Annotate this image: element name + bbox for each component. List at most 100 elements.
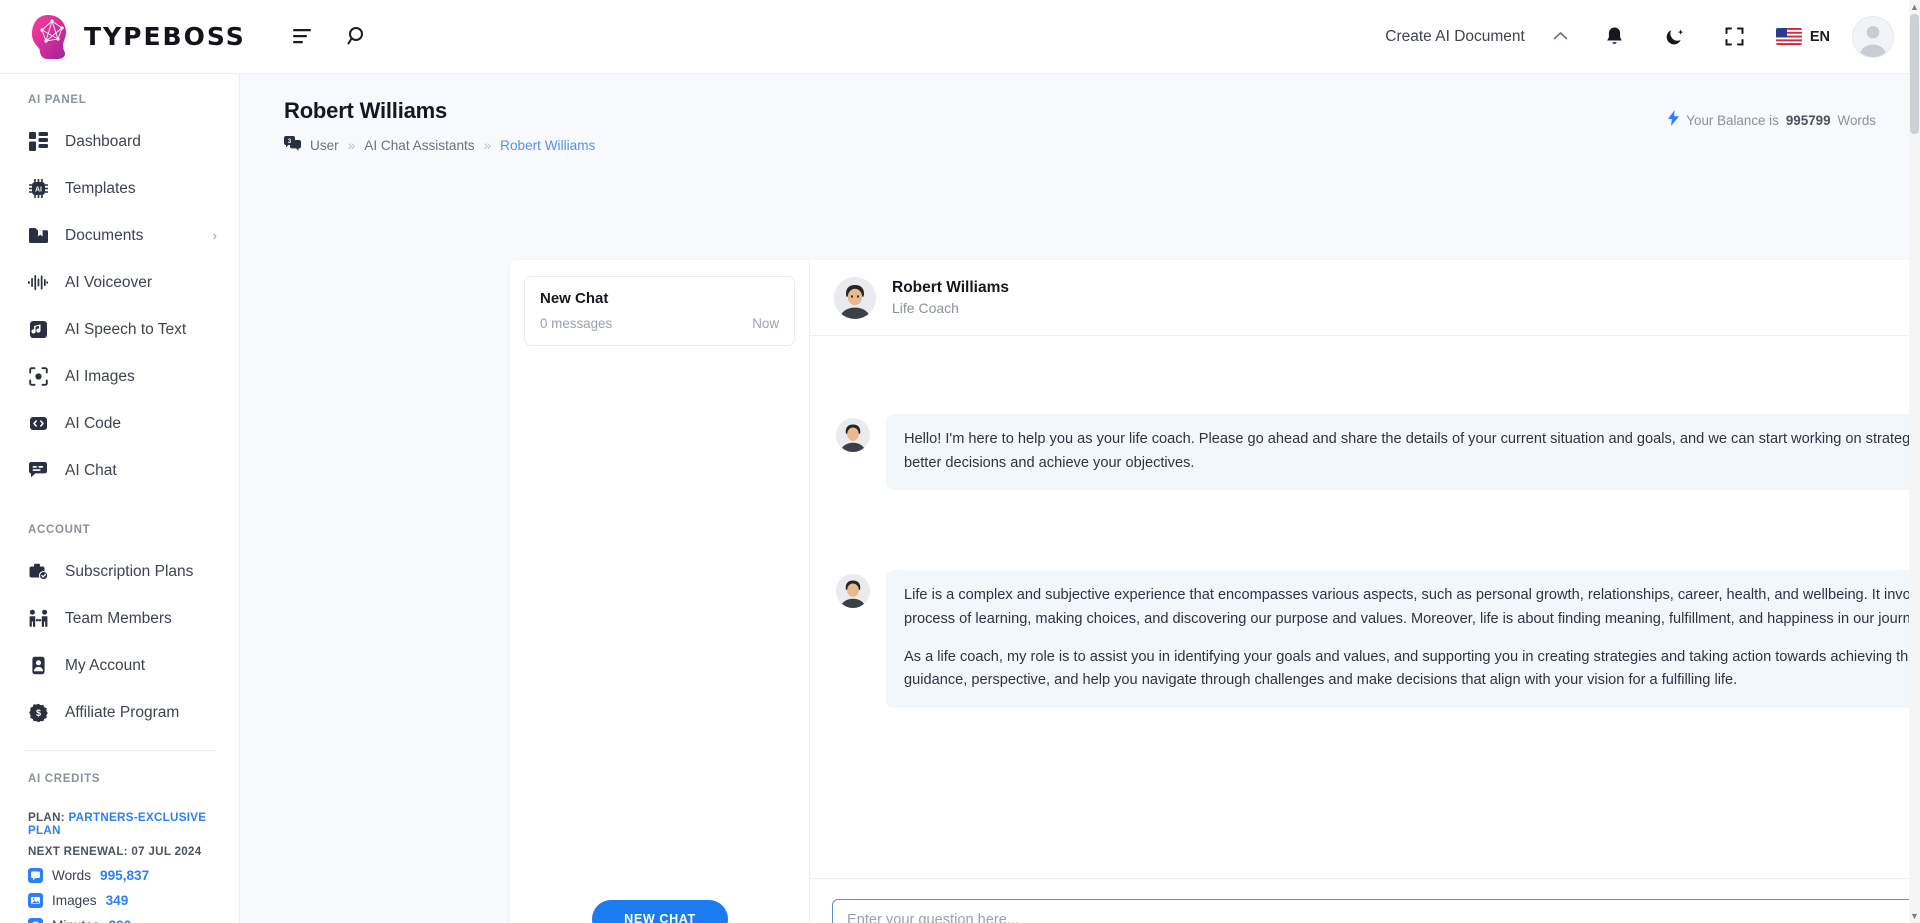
hamburger-icon[interactable] bbox=[284, 18, 322, 56]
breadcrumb-middle[interactable]: AI Chat Assistants bbox=[364, 138, 474, 153]
message-row-user: hello! bbox=[836, 356, 1920, 392]
chat-list-panel: New Chat 0 messages Now NEW CHAT bbox=[510, 260, 810, 923]
credit-label: Words bbox=[52, 868, 92, 883]
language-switcher[interactable]: EN bbox=[1775, 28, 1830, 45]
chat-list-item[interactable]: New Chat 0 messages Now bbox=[524, 276, 795, 346]
credit-minutes: Minutes 300 bbox=[28, 918, 239, 923]
message-list: hello! Hello! I'm here to help you as yo… bbox=[810, 336, 1920, 878]
sidebar-item-subscription-plans[interactable]: Subscription Plans bbox=[0, 548, 239, 595]
sidebar-item-my-account[interactable]: My Account bbox=[0, 642, 239, 689]
folder-icon bbox=[28, 226, 48, 246]
lightning-icon bbox=[1668, 110, 1680, 130]
sidebar-item-templates[interactable]: AI Templates bbox=[0, 165, 239, 212]
credit-value: 995,837 bbox=[100, 868, 150, 883]
fullscreen-icon[interactable] bbox=[1716, 18, 1754, 56]
chat-workspace: New Chat 0 messages Now NEW CHAT Robert … bbox=[510, 260, 1920, 923]
sidebar-section-ai-credits: AI CREDITS bbox=[28, 773, 101, 785]
sidebar-item-label: AI Code bbox=[65, 414, 122, 432]
sidebar-item-label: AI Chat bbox=[65, 461, 117, 479]
brand-logo[interactable]: TYPEBOSS bbox=[0, 11, 244, 63]
scrollbar-thumb[interactable] bbox=[1910, 14, 1919, 134]
breadcrumb-separator: » bbox=[347, 137, 356, 153]
chevron-right-icon: › bbox=[212, 228, 217, 243]
conversation-panel: Robert Williams Life Coach W bbox=[810, 260, 1920, 923]
assistant-role: Life Coach bbox=[892, 300, 959, 316]
sidebar-item-ai-voiceover[interactable]: AI Voiceover bbox=[0, 259, 239, 306]
sidebar-item-ai-images[interactable]: AI Images bbox=[0, 353, 239, 400]
music-note-icon bbox=[28, 320, 48, 340]
credit-label: Images bbox=[52, 893, 97, 908]
breadcrumb-root[interactable]: User bbox=[310, 138, 339, 153]
sidebar-item-label: My Account bbox=[65, 656, 146, 674]
team-icon bbox=[28, 609, 48, 629]
plan-row: PLAN: PARTNERS-EXCLUSIVE PLAN bbox=[28, 811, 239, 837]
page-title: Robert Williams bbox=[284, 98, 448, 123]
sidebar-item-ai-chat[interactable]: AI Chat bbox=[0, 447, 239, 494]
credits-panel: PLAN: PARTNERS-EXCLUSIVE PLAN NEXT RENEW… bbox=[0, 795, 239, 923]
balance-value: 995799 bbox=[1785, 112, 1831, 128]
svg-text:AI: AI bbox=[35, 187, 42, 194]
balance-indicator: Your Balance is 995799 Words bbox=[1668, 110, 1876, 130]
message-composer: SEND Send messa... bbox=[810, 878, 1920, 923]
assistant-message-bubble: Life is a complex and subjective experie… bbox=[886, 570, 1920, 708]
credit-value: 349 bbox=[105, 893, 129, 908]
language-code: EN bbox=[1809, 28, 1830, 45]
id-card-icon bbox=[28, 656, 48, 676]
brand-name: TYPEBOSS bbox=[84, 22, 246, 51]
sidebar-item-team-members[interactable]: Team Members bbox=[0, 595, 239, 642]
sidebar-item-label: Templates bbox=[65, 179, 136, 197]
sidebar-item-label: Subscription Plans bbox=[65, 562, 194, 580]
sidebar-item-label: Affiliate Program bbox=[65, 703, 180, 721]
renewal-date: NEXT RENEWAL: 07 JUL 2024 bbox=[28, 845, 202, 858]
search-icon[interactable] bbox=[338, 18, 376, 56]
message-row-user: What is life? bbox=[836, 512, 1920, 548]
camera-icon bbox=[28, 367, 48, 387]
credit-images: Images 349 bbox=[28, 893, 239, 908]
page-header: Robert Williams 3 User » AI Chat Assista… bbox=[240, 74, 1920, 154]
question-input[interactable] bbox=[832, 898, 1920, 923]
breadcrumb-separator: » bbox=[483, 137, 492, 153]
sidebar-item-label: AI Images bbox=[65, 367, 135, 385]
create-ai-document-button[interactable]: Create AI Document bbox=[1385, 28, 1525, 46]
assistant-paragraph: Life is a complex and subjective experie… bbox=[904, 587, 1920, 627]
scroll-up-icon[interactable]: ▲ bbox=[1909, 0, 1920, 14]
code-icon bbox=[28, 414, 48, 434]
sidebar-item-ai-speech-to-text[interactable]: AI Speech to Text bbox=[0, 306, 239, 353]
typeboss-head-icon bbox=[22, 11, 74, 63]
sidebar-item-label: Team Members bbox=[65, 609, 172, 627]
chevron-up-icon[interactable] bbox=[1547, 28, 1574, 45]
sidebar-item-ai-code[interactable]: AI Code bbox=[0, 400, 239, 447]
sidebar-item-label: AI Voiceover bbox=[65, 273, 153, 291]
new-chat-footer: NEW CHAT bbox=[510, 878, 810, 923]
assistant-message-avatar bbox=[836, 574, 870, 609]
chat-icon bbox=[28, 461, 48, 481]
sidebar-item-affiliate-program[interactable]: $ Affiliate Program bbox=[0, 689, 239, 736]
breadcrumb-current: Robert Williams bbox=[500, 137, 596, 153]
briefcase-check-icon bbox=[28, 562, 48, 582]
avatar[interactable] bbox=[1852, 15, 1894, 58]
bell-icon[interactable] bbox=[1596, 18, 1634, 56]
page-scrollbar[interactable]: ▲ ▼ bbox=[1909, 0, 1920, 923]
svg-text:$: $ bbox=[35, 708, 40, 718]
credit-value: 300 bbox=[109, 918, 132, 923]
sidebar-item-documents[interactable]: Documents › bbox=[0, 212, 239, 259]
dollar-badge-icon: $ bbox=[28, 703, 48, 723]
assistant-message-bubble: Hello! I'm here to help you as your life… bbox=[886, 414, 1920, 491]
scroll-down-icon[interactable]: ▼ bbox=[1909, 909, 1920, 923]
moon-icon[interactable] bbox=[1656, 18, 1694, 56]
sidebar-item-label: Documents bbox=[65, 226, 144, 244]
sidebar: AI PANEL Dashboard AI Templates Document… bbox=[0, 74, 240, 923]
assistant-message-avatar bbox=[836, 418, 870, 452]
us-flag-icon bbox=[1775, 28, 1802, 45]
message-row-assistant: Life is a complex and subjective experie… bbox=[836, 570, 1920, 708]
conversation-header: Robert Williams Life Coach W bbox=[810, 260, 1920, 336]
chat-meta: 0 messages Now bbox=[540, 316, 779, 331]
sidebar-item-dashboard[interactable]: Dashboard bbox=[0, 118, 239, 165]
new-chat-button[interactable]: NEW CHAT bbox=[592, 900, 728, 923]
chat-time: Now bbox=[752, 316, 779, 331]
chat-assistants-icon: 3 bbox=[284, 136, 301, 154]
credit-words: Words 995,837 bbox=[28, 868, 239, 883]
chip-ai-icon: AI bbox=[28, 179, 48, 199]
chat-message-count: 0 messages bbox=[540, 316, 613, 331]
assistant-avatar bbox=[834, 276, 876, 319]
